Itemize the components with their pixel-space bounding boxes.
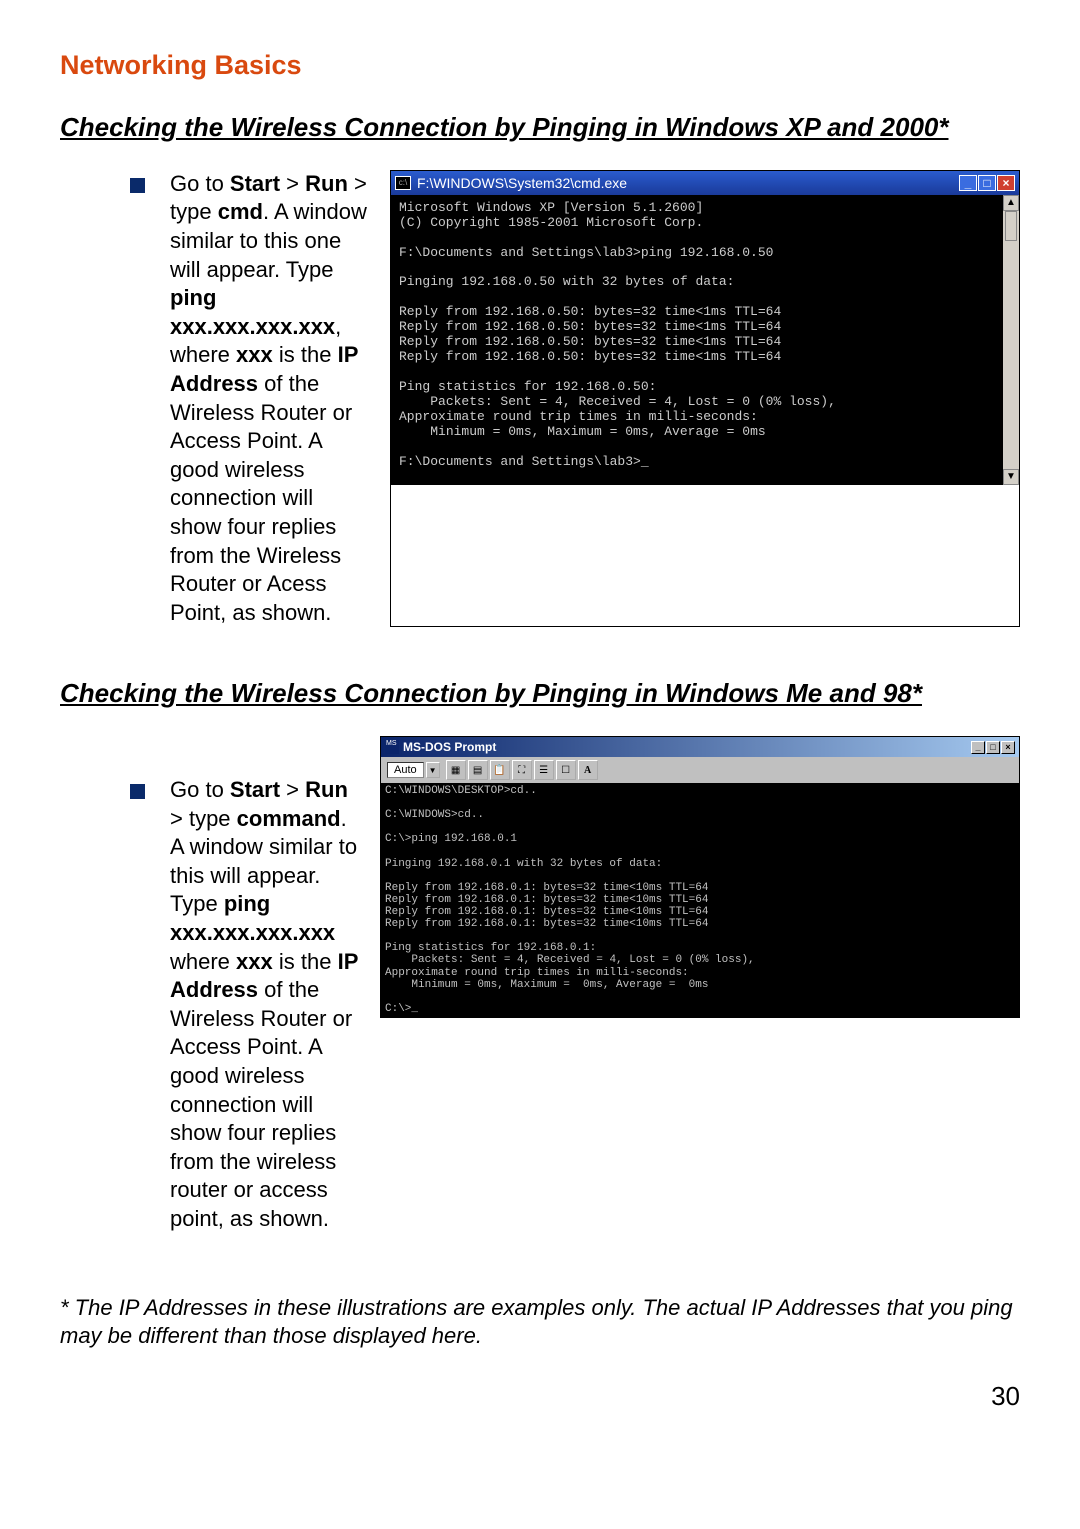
minimize-button[interactable]: _ <box>971 741 985 754</box>
font-button[interactable]: A <box>578 760 598 780</box>
bullet-1-container: Go to Start > Run > type cmd. A window s… <box>60 170 370 628</box>
scroll-down-icon[interactable]: ▼ <box>1003 469 1019 485</box>
background-button[interactable]: ☐ <box>556 760 576 780</box>
cmd-window-xp: c:\ F:\WINDOWS\System32\cmd.exe _ □ × Mi… <box>390 170 1020 628</box>
bullet-2-text: Go to Start > Run > type command. A wind… <box>170 776 360 1234</box>
dropdown-arrow-icon[interactable]: ▼ <box>426 762 440 778</box>
xp-console: Microsoft Windows XP [Version 5.1.2600] … <box>391 195 1019 485</box>
w98-console-output: C:\WINDOWS\DESKTOP>cd.. C:\WINDOWS>cd.. … <box>385 785 1015 1015</box>
section-2-heading: Checking the Wireless Connection by Ping… <box>60 677 1020 711</box>
close-button[interactable]: × <box>997 175 1015 191</box>
minimize-button[interactable]: _ <box>959 175 977 191</box>
close-button[interactable]: × <box>1001 741 1015 754</box>
w98-toolbar: Auto ▼ ▦ ▤ 📋 ⛶ ☰ ☐ A <box>381 757 1019 783</box>
w98-window-title: MS-DOS Prompt <box>403 740 970 754</box>
scroll-thumb[interactable] <box>1005 211 1017 241</box>
footnote: * The IP Addresses in these illustration… <box>60 1294 1020 1351</box>
properties-button[interactable]: ☰ <box>534 760 554 780</box>
cmd-icon: c:\ <box>395 176 411 190</box>
toolbar-button-1[interactable]: ▦ <box>446 760 466 780</box>
auto-dropdown[interactable]: Auto <box>387 762 424 778</box>
bullet-1-text: Go to Start > Run > type cmd. A window s… <box>170 170 370 628</box>
copy-button[interactable]: 📋 <box>490 760 510 780</box>
w98-titlebar: MS-DOS Prompt _ □ × <box>381 737 1019 757</box>
bullet-marker <box>130 178 145 193</box>
xp-console-output: Microsoft Windows XP [Version 5.1.2600] … <box>399 201 1011 470</box>
bullet-2-container: Go to Start > Run > type command. A wind… <box>60 736 360 1234</box>
page-number: 30 <box>60 1381 1020 1412</box>
dos-window-98: MS-DOS Prompt _ □ × Auto ▼ ▦ ▤ 📋 ⛶ ☰ ☐ A… <box>380 736 1020 1018</box>
xp-window-title: F:\WINDOWS\System32\cmd.exe <box>417 175 958 191</box>
section-2-row: Go to Start > Run > type command. A wind… <box>60 736 1020 1234</box>
section-1-row: Go to Start > Run > type cmd. A window s… <box>60 170 1020 628</box>
maximize-button[interactable]: □ <box>986 741 1000 754</box>
w98-console: C:\WINDOWS\DESKTOP>cd.. C:\WINDOWS>cd.. … <box>381 783 1019 1017</box>
section-1-heading: Checking the Wireless Connection by Ping… <box>60 111 1020 145</box>
xp-scrollbar[interactable]: ▲ ▼ <box>1003 195 1019 485</box>
page-title: Networking Basics <box>60 50 1020 81</box>
toolbar-button-2[interactable]: ▤ <box>468 760 488 780</box>
maximize-button[interactable]: □ <box>978 175 996 191</box>
bullet-marker <box>130 784 145 799</box>
scroll-up-icon[interactable]: ▲ <box>1003 195 1019 211</box>
toolbar-button-4[interactable]: ⛶ <box>512 760 532 780</box>
xp-titlebar: c:\ F:\WINDOWS\System32\cmd.exe _ □ × <box>391 171 1019 195</box>
msdos-icon <box>385 740 399 754</box>
